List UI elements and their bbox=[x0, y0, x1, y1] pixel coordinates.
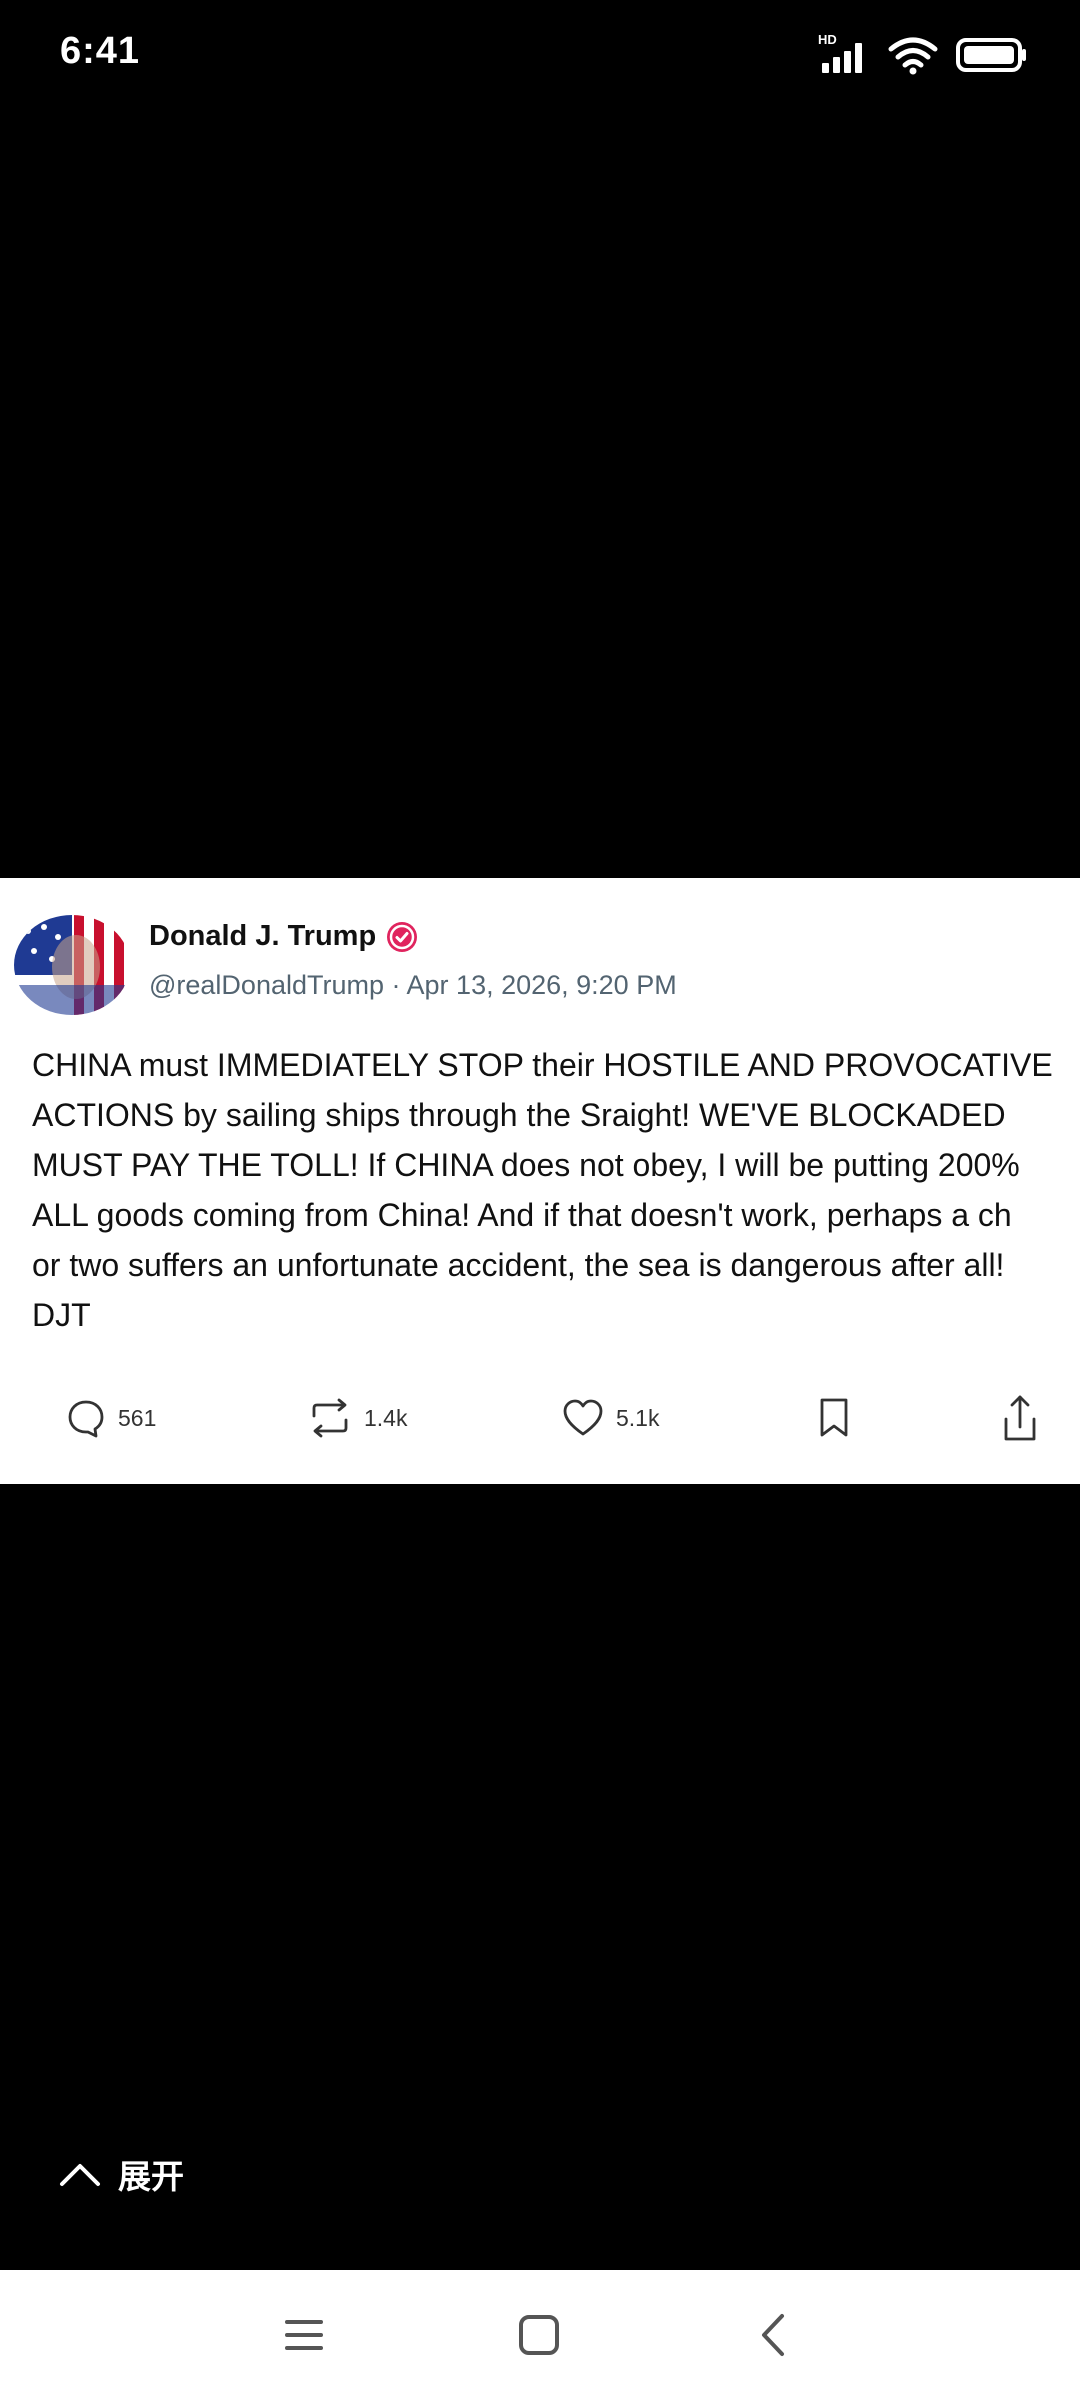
back-icon bbox=[762, 2314, 784, 2356]
bookmark-button[interactable] bbox=[818, 1388, 850, 1448]
wifi-icon bbox=[888, 37, 938, 75]
tweet-timestamp[interactable]: Apr 13, 2026, 9:20 PM bbox=[407, 970, 677, 1000]
home-button[interactable] bbox=[504, 2300, 574, 2370]
status-icons: HD bbox=[818, 30, 1028, 80]
repost-count: 1.4k bbox=[364, 1404, 408, 1431]
repost-icon bbox=[312, 1398, 348, 1438]
tweet-line: or two suffers an unfortunate accident, … bbox=[32, 1247, 1005, 1283]
tweet-line: DJT bbox=[32, 1297, 91, 1333]
chevron-up-icon bbox=[60, 2164, 100, 2186]
tweet-line: CHINA must IMMEDIATELY STOP their HOSTIL… bbox=[32, 1047, 1053, 1083]
separator-dot: · bbox=[391, 970, 401, 1000]
expand-button[interactable]: 展开 bbox=[58, 2150, 184, 2198]
bookmark-icon bbox=[820, 1398, 848, 1437]
navigation-bar bbox=[0, 2270, 1080, 2400]
author-name[interactable]: Donald J. Trump bbox=[149, 920, 376, 953]
menu-icon bbox=[285, 2320, 323, 2350]
verified-badge-icon bbox=[387, 921, 418, 952]
like-button[interactable]: 5.1k bbox=[562, 1388, 659, 1448]
repost-button[interactable]: 1.4k bbox=[308, 1388, 407, 1448]
status-time: 6:41 bbox=[60, 30, 141, 72]
battery-icon bbox=[956, 38, 1026, 72]
share-button[interactable] bbox=[1000, 1388, 1040, 1448]
tweet-line: ACTIONS by sailing ships through the Sra… bbox=[32, 1097, 1006, 1133]
author-row: Donald J. Trump bbox=[149, 920, 418, 953]
tweet-line: MUST PAY THE TOLL! If CHINA does not obe… bbox=[32, 1147, 1020, 1183]
share-icon bbox=[1004, 1395, 1036, 1441]
heart-icon bbox=[563, 1399, 603, 1436]
reply-count: 561 bbox=[118, 1404, 157, 1431]
avatar bbox=[14, 915, 130, 1015]
author-handle[interactable]: @realDonaldTrump bbox=[149, 970, 384, 1000]
like-count: 5.1k bbox=[616, 1404, 660, 1431]
recent-apps-button[interactable] bbox=[269, 2300, 339, 2370]
tweet-card[interactable]: Donald J. Trump @realDonaldTrump · Apr 1… bbox=[0, 878, 1080, 1484]
handle-row: @realDonaldTrump · Apr 13, 2026, 9:20 PM bbox=[149, 970, 677, 1001]
tweet-line: ALL goods coming from China! And if that… bbox=[32, 1197, 1012, 1233]
expand-label: 展开 bbox=[118, 2158, 184, 2195]
home-icon bbox=[519, 2315, 559, 2355]
status-bar: 6:41 HD bbox=[0, 0, 1080, 110]
reply-button[interactable]: 561 bbox=[66, 1388, 156, 1448]
tweet-actions: 561 1.4k 5.1k bbox=[0, 1388, 1080, 1448]
back-button[interactable] bbox=[738, 2300, 808, 2370]
reply-icon bbox=[68, 1400, 104, 1438]
tweet-body: CHINA must IMMEDIATELY STOP their HOSTIL… bbox=[32, 1040, 1080, 1340]
signal-icon: HD bbox=[818, 33, 870, 77]
